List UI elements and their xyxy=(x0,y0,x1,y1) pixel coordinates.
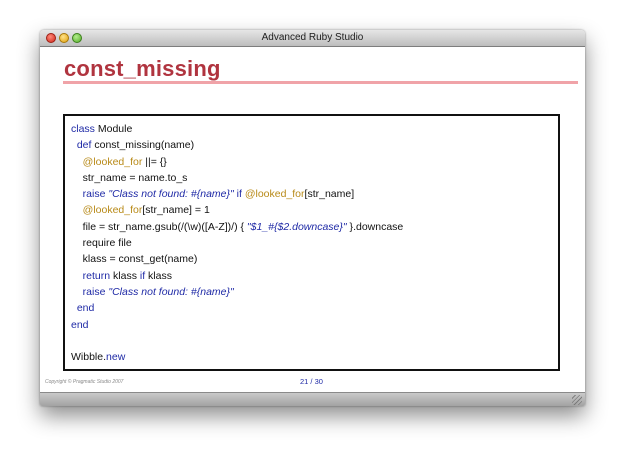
code-token: return xyxy=(71,269,111,282)
code-token: file = str_name.gsub(/(\w)([A-Z])/) { xyxy=(71,220,247,233)
code-lines: class Module def const_missing(name) @lo… xyxy=(71,121,403,365)
code-token: @looked_for xyxy=(71,155,143,168)
code-token: @looked_for xyxy=(244,188,305,201)
code-block: class Module def const_missing(name) @lo… xyxy=(63,114,560,371)
bottom-bar xyxy=(40,392,585,406)
app-window: Advanced Ruby Studio const_missing class… xyxy=(40,30,585,406)
code-line: @looked_for ||= {} xyxy=(71,154,403,170)
code-token: }" xyxy=(226,285,234,298)
code-token: [str_name] = 1 xyxy=(142,204,210,217)
window-title: Advanced Ruby Studio xyxy=(261,32,364,43)
code-token: Module xyxy=(94,123,133,135)
code-token: "Class not found: #{ xyxy=(108,285,201,298)
code-token: [str_name] xyxy=(304,188,355,201)
page-number: 21 / 30 xyxy=(300,377,323,386)
code-token: end xyxy=(71,302,95,315)
code-token: klass xyxy=(145,269,172,282)
code-token: class xyxy=(71,123,95,135)
code-line: raise "Class not found: #{name}" if @loo… xyxy=(71,186,403,202)
code-line: klass = const_get(name) xyxy=(71,251,403,267)
title-underline xyxy=(63,81,578,84)
code-token: str_name = name.to_s xyxy=(71,171,188,184)
code-token: def xyxy=(71,139,92,152)
code-token: raise xyxy=(71,285,109,298)
code-line: end xyxy=(71,317,403,333)
slide-title: const_missing xyxy=(64,56,221,81)
code-token: ||= {} xyxy=(142,155,167,168)
title-bar[interactable]: Advanced Ruby Studio xyxy=(40,30,585,47)
code-token: @looked_for xyxy=(71,204,143,217)
code-line: require file xyxy=(71,235,403,251)
code-token: name xyxy=(200,188,227,201)
code-token: const_missing(name) xyxy=(91,139,195,152)
code-token: new xyxy=(106,351,126,364)
resize-grip-icon[interactable] xyxy=(572,395,582,405)
code-token: klass = const_get(name) xyxy=(71,253,198,266)
code-line: Wibble.new xyxy=(71,349,403,365)
code-token: if xyxy=(233,188,245,201)
copyright-text: Copyright © Pragmatic Studio 2007 xyxy=(45,379,124,385)
code-line: end xyxy=(71,300,403,316)
code-token: name xyxy=(200,285,227,298)
code-token: "$1_#{$2.downcase}" xyxy=(246,220,347,233)
code-token: end xyxy=(71,318,89,331)
code-token: }.downcase xyxy=(346,220,404,233)
code-token: }" xyxy=(226,188,234,201)
code-line: def const_missing(name) xyxy=(71,137,403,153)
code-token: "Class not found: #{ xyxy=(108,188,201,201)
code-line: return klass if klass xyxy=(71,268,403,284)
code-token: klass xyxy=(110,269,140,282)
code-line: raise "Class not found: #{name}" xyxy=(71,284,403,300)
code-line: @looked_for[str_name] = 1 xyxy=(71,202,403,218)
code-token: require file xyxy=(71,237,132,250)
code-token: Wibble. xyxy=(71,351,107,364)
code-line: str_name = name.to_s xyxy=(71,170,403,186)
code-line: file = str_name.gsub(/(\w)([A-Z])/) { "$… xyxy=(71,219,404,235)
code-line: class Module xyxy=(71,121,403,137)
code-token: raise xyxy=(71,188,109,201)
